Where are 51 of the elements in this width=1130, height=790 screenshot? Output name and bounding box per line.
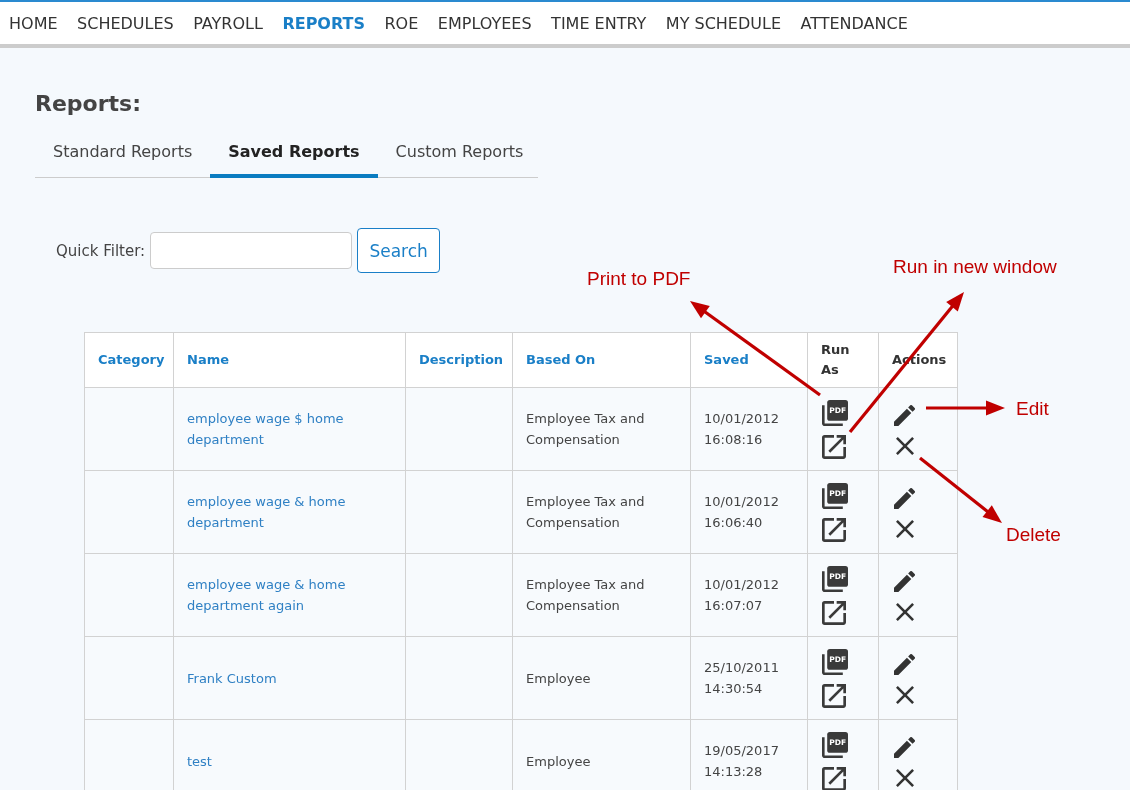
nav-link[interactable]: HOME — [9, 13, 58, 33]
search-button[interactable]: Search — [357, 228, 441, 273]
table-cell: 19/05/2017 14:13:28 — [690, 719, 808, 790]
column-header[interactable]: Based On — [512, 332, 691, 388]
table-cell: 10/01/2012 16:08:16 — [690, 387, 808, 471]
table-cell: Employee Tax and Compensation — [512, 553, 691, 637]
column-header[interactable]: Category — [84, 332, 174, 388]
tab[interactable]: Custom Reports — [377, 129, 542, 178]
nav-link[interactable]: MY SCHEDULE — [665, 13, 781, 33]
nav-link[interactable]: REPORTS — [282, 13, 365, 33]
filter-label: Quick Filter: — [56, 241, 146, 260]
nav-link[interactable]: TIME ENTRY — [551, 13, 647, 33]
column-header[interactable]: Saved — [690, 332, 808, 388]
callout-label: Print to PDF — [587, 268, 691, 290]
pencil-icon[interactable] — [894, 488, 915, 509]
pencil-icon[interactable] — [894, 571, 915, 592]
x-icon[interactable] — [896, 437, 914, 455]
external-link-icon[interactable] — [822, 517, 846, 542]
callout-label: Edit — [1016, 398, 1049, 420]
external-link-icon[interactable] — [822, 683, 846, 708]
table-cell: Employee Tax and Compensation — [512, 387, 691, 471]
column-header[interactable]: Name — [173, 332, 406, 388]
table-cell: Employee — [512, 719, 691, 790]
external-link-icon[interactable] — [822, 434, 846, 459]
table-cell: Employee — [512, 636, 691, 720]
x-icon[interactable] — [896, 769, 914, 787]
nav-link[interactable]: EMPLOYEES — [437, 13, 532, 33]
pencil-icon[interactable] — [894, 405, 915, 426]
page-title: Reports: — [35, 91, 141, 117]
column-header[interactable]: Description — [405, 332, 513, 388]
external-link-icon[interactable] — [822, 600, 846, 625]
table-cell: 25/10/2011 14:30:54 — [690, 636, 808, 720]
nav-link[interactable]: PAYROLL — [193, 13, 263, 33]
nav-link[interactable]: ATTENDANCE — [800, 13, 908, 33]
x-icon[interactable] — [896, 686, 914, 704]
quick-filter-field[interactable] — [150, 232, 353, 269]
pencil-icon[interactable] — [894, 737, 915, 758]
external-link-icon[interactable] — [822, 766, 846, 790]
nav-link[interactable]: ROE — [384, 13, 419, 33]
column-header: Run As — [807, 332, 879, 388]
table-cell: 10/01/2012 16:07:07 — [690, 553, 808, 637]
callout-label: Delete — [1006, 524, 1061, 546]
table-cell: Employee Tax and Compensation — [512, 470, 691, 554]
nav-link[interactable]: SCHEDULES — [77, 13, 174, 33]
table-cell: 10/01/2012 16:06:40 — [690, 470, 808, 554]
tab[interactable]: Saved Reports — [210, 129, 378, 178]
pencil-icon[interactable] — [894, 654, 915, 675]
callout-label: Run in new window — [893, 256, 1057, 278]
x-icon[interactable] — [896, 520, 914, 538]
tab[interactable]: Standard Reports — [35, 129, 211, 178]
x-icon[interactable] — [896, 603, 914, 621]
